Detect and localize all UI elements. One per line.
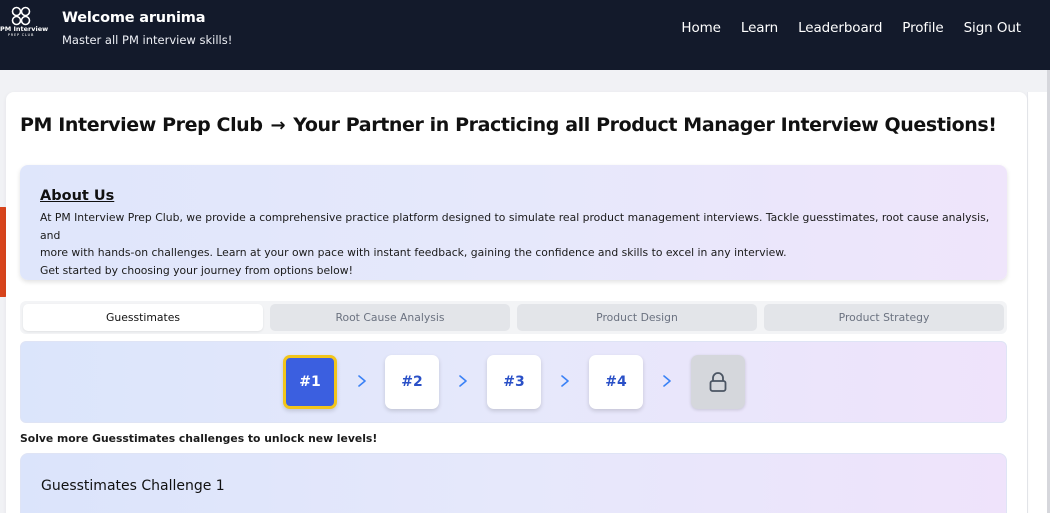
page-title-brand: PM Interview Prep Club bbox=[20, 114, 263, 136]
level-5-locked bbox=[691, 355, 745, 409]
level-4-button[interactable]: #4 bbox=[589, 355, 643, 409]
tab-guesstimates[interactable]: Guesstimates bbox=[23, 304, 263, 331]
about-line-1: At PM Interview Prep Club, we provide a … bbox=[40, 211, 990, 242]
lock-icon bbox=[709, 372, 727, 392]
tab-root-cause-analysis[interactable]: Root Cause Analysis bbox=[270, 304, 510, 331]
category-tabs: Guesstimates Root Cause Analysis Product… bbox=[20, 301, 1007, 334]
about-us-card: About Us At PM Interview Prep Club, we p… bbox=[20, 165, 1007, 280]
level-track: #1 #2 #3 #4 bbox=[20, 341, 1007, 423]
chevron-right-icon bbox=[459, 375, 467, 387]
brand-logo[interactable]: PM Interview PREP CLUB bbox=[0, 6, 49, 46]
unlock-levels-message: Solve more Guesstimates challenges to un… bbox=[20, 432, 378, 445]
level-1-button[interactable]: #1 bbox=[283, 355, 337, 409]
page-title: PM Interview Prep Club → Your Partner in P… bbox=[20, 114, 997, 136]
level-3-button[interactable]: #3 bbox=[487, 355, 541, 409]
top-navbar: PM Interview PREP CLUB Welcome arunima M… bbox=[0, 0, 1050, 70]
tab-product-design[interactable]: Product Design bbox=[517, 304, 757, 331]
main-nav: Home Learn Leaderboard Profile Sign Out bbox=[681, 20, 1021, 36]
level-2-button[interactable]: #2 bbox=[385, 355, 439, 409]
about-us-heading: About Us bbox=[40, 188, 115, 204]
nav-leaderboard-link[interactable]: Leaderboard bbox=[798, 20, 882, 36]
chevron-right-icon bbox=[561, 375, 569, 387]
nav-home-link[interactable]: Home bbox=[681, 20, 721, 36]
arrow-right-icon: → bbox=[270, 115, 286, 136]
welcome-tagline: Master all PM interview skills! bbox=[62, 33, 233, 47]
nav-learn-link[interactable]: Learn bbox=[741, 20, 778, 36]
logo-subtitle: PREP CLUB bbox=[7, 33, 35, 37]
chevron-right-icon bbox=[663, 375, 671, 387]
nav-sign-out-link[interactable]: Sign Out bbox=[964, 20, 1022, 36]
challenge-title: Guesstimates Challenge 1 bbox=[41, 478, 225, 494]
about-us-text: At PM Interview Prep Club, we provide a … bbox=[40, 209, 990, 279]
nav-profile-link[interactable]: Profile bbox=[902, 20, 943, 36]
tab-product-strategy[interactable]: Product Strategy bbox=[764, 304, 1004, 331]
challenge-card: Guesstimates Challenge 1 bbox=[20, 453, 1007, 513]
about-line-3: Get started by choosing your journey fro… bbox=[40, 263, 353, 277]
logo-knot-icon bbox=[11, 6, 31, 26]
welcome-heading: Welcome arunima bbox=[62, 10, 206, 26]
about-line-2: more with hands-on challenges. Learn at … bbox=[40, 246, 787, 259]
page-title-tagline: Your Partner in Practicing all Product M… bbox=[293, 114, 997, 136]
logo-name: PM Interview bbox=[0, 25, 49, 33]
chevron-right-icon bbox=[358, 375, 366, 387]
